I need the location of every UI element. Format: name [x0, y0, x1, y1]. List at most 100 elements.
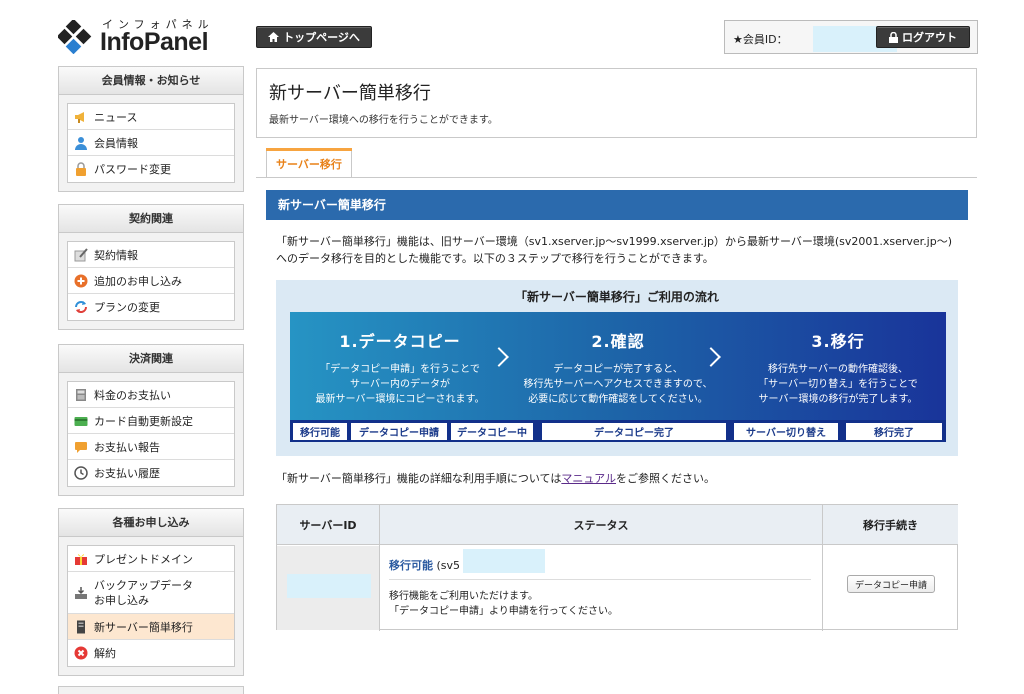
- step-desc-line: 必要に応じて動作確認をしてください。: [528, 394, 708, 405]
- tab-server-migration[interactable]: サーバー移行: [266, 148, 352, 178]
- sidebar-item-label: プレゼントドメイン: [94, 552, 193, 566]
- section-title-bar: 新サーバー簡単移行: [266, 190, 968, 220]
- manual-text-after: をご参照ください。: [616, 472, 716, 485]
- flow-steps-band: 1.データコピー 「データコピー申請」を行うことで サーバー内のデータが 最新サ…: [290, 312, 946, 424]
- status-available: 移行可能: [293, 423, 347, 440]
- sidebar-item-contract-info[interactable]: 契約情報: [68, 242, 234, 268]
- page-description: 最新サーバー環境への移行を行うことができます。: [269, 115, 498, 126]
- sidebar-item-label: お支払い報告: [94, 440, 160, 454]
- page-title: 新サーバー簡単移行: [269, 83, 431, 104]
- sidebar-item-plan-change[interactable]: プランの変更: [68, 294, 234, 320]
- sidebar-item-label: プランの変更: [94, 301, 160, 314]
- sidebar-item-additional[interactable]: 追加のお申し込み: [68, 268, 234, 294]
- data-copy-request-button[interactable]: データコピー申請: [847, 575, 935, 593]
- user-icon: [75, 136, 87, 150]
- sidebar-item-card-renewal[interactable]: カード自動更新設定: [68, 408, 234, 434]
- sidebar-item-payment[interactable]: 料金のお支払い: [68, 382, 234, 408]
- server-download-icon: [75, 586, 87, 599]
- sidebar-item-label-line2: お申し込み: [94, 593, 149, 607]
- intro-line-2: へのデータ移行を目的とした機能です。以下の３ステップで移行を行うことができます。: [276, 252, 714, 265]
- sidebar-item-news[interactable]: ニュース: [68, 104, 234, 130]
- document-pen-icon: [74, 247, 88, 261]
- sidebar-item-present-domain[interactable]: プレゼントドメイン: [68, 546, 234, 572]
- clock-icon: [74, 466, 88, 480]
- sidebar-list: プレゼントドメイン バックアップデータ お申し込み 新サーバー簡単移行 解約: [67, 545, 235, 667]
- logo-diamond-icon: [58, 20, 92, 54]
- home-icon: [268, 32, 280, 42]
- flow-title: 「新サーバー簡単移行」ご利用の流れ: [515, 290, 719, 304]
- step-desc-line: データコピーが完了すると、: [553, 364, 683, 375]
- sidebar-item-member-info[interactable]: 会員情報: [68, 130, 234, 156]
- tab-divider: [256, 177, 977, 178]
- status-note: 移行機能をご利用いただけます。 「データコピー申請」より申請を行ってください。: [389, 589, 618, 619]
- server-id-value: [287, 574, 371, 598]
- sidebar-item-label: 契約情報: [94, 248, 138, 262]
- table-divider: [822, 505, 823, 631]
- status-server-suffix: (sv5: [436, 559, 461, 572]
- step-desc-line: 移行先サーバーへアクセスできますので、: [523, 379, 713, 390]
- sidebar-item-label: 料金のお支払い: [94, 388, 171, 402]
- step-desc-line: 最新サーバー環境にコピーされます。: [315, 394, 485, 405]
- cancel-circle-icon: [74, 646, 88, 660]
- table-divider: [379, 505, 380, 631]
- logout-button[interactable]: ログアウト: [876, 26, 970, 48]
- top-page-label: トップページへ: [283, 31, 360, 44]
- step-description: 移行先サーバーの動作確認後、 「サーバー切り替え」を行うことで サーバー環境の移…: [738, 362, 938, 407]
- logout-label: ログアウト: [902, 31, 957, 44]
- status-label: 移行可能: [389, 559, 433, 572]
- megaphone-icon: [75, 111, 84, 123]
- table-header-action: 移行手続き: [823, 505, 958, 545]
- intro-text: 「新サーバー簡単移行」機能は、旧サーバー環境（sv1.xserver.jp〜sv…: [276, 233, 966, 267]
- sidebar-section-contract: 契約関連 契約情報 追加のお申し込み プランの変更: [58, 204, 244, 330]
- sidebar-item-label: パスワード変更: [94, 163, 171, 176]
- step-desc-line: 「サーバー切り替え」を行うことで: [758, 379, 918, 390]
- step-desc-line: サーバー環境の移行が完了します。: [758, 394, 918, 405]
- member-id-label: ★会員ID：: [733, 33, 788, 46]
- sidebar-item-label: 解約: [94, 647, 116, 660]
- sidebar-section-member: 会員情報・お知らせ ニュース 会員情報 パスワード変更: [58, 66, 244, 192]
- status-note-line: 「データコピー申請」より申請を行ってください。: [389, 606, 618, 617]
- lock-icon: [889, 31, 898, 43]
- status-migration-complete: 移行完了: [846, 423, 942, 440]
- sidebar-item-label: カード自動更新設定: [94, 414, 193, 428]
- step-desc-line: サーバー内のデータが: [350, 379, 450, 390]
- gift-icon: [75, 553, 87, 565]
- sidebar-item-label-multiline: バックアップデータ お申し込み: [94, 578, 193, 608]
- manual-link[interactable]: マニュアル: [561, 472, 616, 485]
- top-page-button[interactable]: トップページへ: [256, 26, 372, 48]
- table-header-status: ステータス: [380, 505, 822, 545]
- logo-text: InfoPanel: [100, 28, 209, 56]
- step-description: データコピーが完了すると、 移行先サーバーへアクセスできますので、 必要に応じて…: [518, 362, 718, 407]
- flow-step-copy: 1.データコピー 「データコピー申請」を行うことで サーバー内のデータが 最新サ…: [300, 312, 500, 424]
- step-title: 2.確認: [591, 332, 645, 351]
- status-note-line: 移行機能をご利用いただけます。: [389, 591, 538, 602]
- step-title: 3.移行: [811, 332, 865, 351]
- flow-step-migrate: 3.移行 移行先サーバーの動作確認後、 「サーバー切り替え」を行うことで サーバ…: [738, 312, 938, 424]
- step-desc-line: 「データコピー申請」を行うことで: [320, 364, 480, 375]
- sidebar-item-password[interactable]: パスワード変更: [68, 156, 234, 182]
- status-copy-complete: データコピー完了: [542, 423, 726, 440]
- infopanel-logo[interactable]: インフォパネル InfoPanel: [58, 14, 228, 58]
- calculator-icon: [76, 388, 86, 401]
- step-description: 「データコピー申請」を行うことで サーバー内のデータが 最新サーバー環境にコピー…: [300, 362, 500, 407]
- status-server-name: [463, 549, 545, 573]
- status-divider: [389, 579, 811, 580]
- credit-card-icon: [74, 416, 88, 426]
- table-cell-server-id: [277, 546, 379, 630]
- sidebar-heading: 契約関連: [59, 205, 243, 233]
- sidebar-item-backup[interactable]: バックアップデータ お申し込み: [68, 572, 234, 614]
- migration-flow-panel: 「新サーバー簡単移行」ご利用の流れ 1.データコピー 「データコピー申請」を行う…: [276, 280, 958, 456]
- sidebar-item-payment-report[interactable]: お支払い報告: [68, 434, 234, 460]
- plus-circle-icon: [74, 274, 88, 287]
- speech-bubble-icon: [75, 441, 87, 453]
- sidebar-heading: 各種お申し込み: [59, 509, 243, 537]
- manual-note: 「新サーバー簡単移行」機能の詳細な利用手順についてはマニュアルをご参照ください。: [276, 470, 715, 486]
- sidebar-item-server-migration[interactable]: 新サーバー簡単移行: [68, 614, 234, 640]
- sidebar-item-payment-history[interactable]: お支払い履歴: [68, 460, 234, 486]
- sidebar-item-cancellation[interactable]: 解約: [68, 640, 234, 666]
- status-server-switch: サーバー切り替え: [734, 423, 838, 440]
- sidebar-item-label: 追加のお申し込み: [94, 274, 182, 288]
- refresh-arrows-icon: [75, 301, 87, 313]
- sidebar-item-label: 会員情報: [94, 136, 138, 150]
- status-copying: データコピー中: [451, 423, 533, 440]
